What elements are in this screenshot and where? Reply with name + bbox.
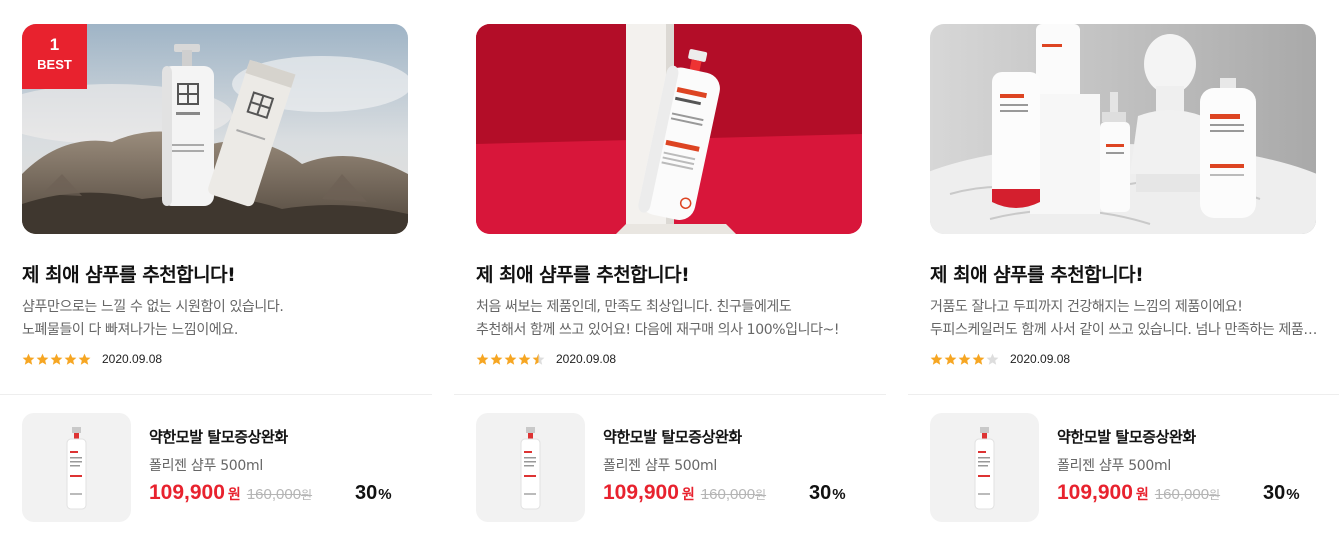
discount-value: 30 bbox=[1263, 482, 1286, 504]
discount-unit: % bbox=[378, 486, 392, 503]
review-title[interactable]: 제 최애 샴푸를 추천합니다! bbox=[476, 260, 690, 287]
review-body-line: 샴푸만으로는 느낄 수 없는 시원함이 있습니다. bbox=[22, 299, 284, 315]
sale-price-unit: 원 bbox=[227, 487, 241, 503]
review-date: 2020.09.08 bbox=[1010, 352, 1071, 366]
review-body: 샴푸만으로는 느낄 수 없는 시원함이 있습니다. 노폐물들이 다 빠져나가는 … bbox=[22, 296, 414, 342]
product-subtitle: 폴리젠 샴푸 500ml bbox=[1057, 458, 1171, 474]
star-full-icon bbox=[476, 353, 489, 366]
product-bottle-image bbox=[66, 427, 87, 510]
product-bottle-image bbox=[520, 427, 541, 510]
review-photo bbox=[930, 24, 1316, 234]
rating-row: 2020.09.08 bbox=[476, 350, 616, 368]
best-badge: 1 BEST bbox=[22, 24, 87, 89]
star-empty-icon bbox=[986, 353, 999, 366]
best-rank: 1 bbox=[49, 35, 60, 54]
star-full-icon bbox=[50, 353, 63, 366]
price-row: 109,900 원 160,000 원 bbox=[149, 481, 312, 509]
review-card[interactable]: 제 최애 샴푸를 추천합니다! 처음 써보는 제품인데, 만족도 최상입니다. … bbox=[454, 0, 886, 541]
review-body-line: 두피스케일러도 함께 사서 같이 쓰고 있습니다. 넘나 만족하는 제품입니다. bbox=[930, 322, 1322, 338]
product-subtitle: 폴리젠 샴푸 500ml bbox=[603, 458, 717, 474]
review-body: 거품도 잘나고 두피까지 건강해지는 느낌의 제품이에요! 두피스케일러도 함께… bbox=[930, 296, 1322, 342]
discount-value: 30 bbox=[809, 482, 832, 504]
star-rating bbox=[476, 353, 545, 366]
star-half-icon bbox=[532, 353, 545, 366]
product-thumbnail[interactable] bbox=[930, 413, 1039, 522]
divider bbox=[0, 394, 432, 395]
sale-price-unit: 원 bbox=[681, 487, 695, 503]
review-date: 2020.09.08 bbox=[102, 352, 163, 366]
sale-price: 109,900 bbox=[603, 481, 679, 504]
sale-price: 109,900 bbox=[1057, 481, 1133, 504]
discount-unit: % bbox=[832, 486, 846, 503]
star-full-icon bbox=[518, 353, 531, 366]
review-image[interactable] bbox=[476, 24, 862, 234]
star-full-icon bbox=[22, 353, 35, 366]
review-card[interactable]: 1 BEST 제 최애 샴푸를 추천합니다! 샴푸만으로는 느낄 수 없는 시원… bbox=[0, 0, 432, 541]
sale-price-unit: 원 bbox=[1135, 487, 1149, 503]
discount-rate: 30% bbox=[809, 482, 846, 505]
star-full-icon bbox=[64, 353, 77, 366]
review-body-line: 거품도 잘나고 두피까지 건강해지는 느낌의 제품이에요! bbox=[930, 299, 1243, 315]
review-card[interactable]: 제 최애 샴푸를 추천합니다! 거품도 잘나고 두피까지 건강해지는 느낌의 제… bbox=[908, 0, 1339, 541]
divider bbox=[908, 394, 1339, 395]
rating-row: 2020.09.08 bbox=[930, 350, 1070, 368]
review-date: 2020.09.08 bbox=[556, 352, 617, 366]
discount-rate: 30% bbox=[355, 482, 392, 505]
price-row: 109,900 원 160,000 원 bbox=[1057, 481, 1220, 509]
original-price: 160,000 bbox=[246, 486, 302, 503]
sale-price: 109,900 bbox=[149, 481, 225, 504]
star-full-icon bbox=[78, 353, 91, 366]
original-price-unit: 원 bbox=[755, 488, 767, 502]
review-body-line: 노폐물들이 다 빠져나가는 느낌이에요. bbox=[22, 322, 238, 338]
product-bottle-image bbox=[974, 427, 995, 510]
star-full-icon bbox=[944, 353, 957, 366]
original-price-unit: 원 bbox=[1209, 488, 1221, 502]
review-body-line: 추천해서 함께 쓰고 있어요! 다음에 재구매 의사 100%입니다~! bbox=[476, 322, 840, 338]
original-price: 160,000 bbox=[700, 486, 756, 503]
review-body: 처음 써보는 제품인데, 만족도 최상입니다. 친구들에게도 추천해서 함께 쓰… bbox=[476, 296, 868, 342]
discount-rate: 30% bbox=[1263, 482, 1300, 505]
product-name[interactable]: 약한모발 탈모증상완화 bbox=[603, 426, 742, 447]
review-title[interactable]: 제 최애 샴푸를 추천합니다! bbox=[930, 260, 1144, 287]
original-price: 160,000 bbox=[1154, 486, 1210, 503]
best-label: BEST bbox=[37, 57, 72, 72]
product-name[interactable]: 약한모발 탈모증상완화 bbox=[149, 426, 288, 447]
product-name[interactable]: 약한모발 탈모증상완화 bbox=[1057, 426, 1196, 447]
review-image[interactable]: 1 BEST bbox=[22, 24, 408, 234]
product-subtitle: 폴리젠 샴푸 500ml bbox=[149, 458, 263, 474]
original-price-unit: 원 bbox=[301, 488, 313, 502]
price-row: 109,900 원 160,000 원 bbox=[603, 481, 766, 509]
star-full-icon bbox=[490, 353, 503, 366]
product-thumbnail[interactable] bbox=[22, 413, 131, 522]
star-full-icon bbox=[504, 353, 517, 366]
discount-value: 30 bbox=[355, 482, 378, 504]
review-photo bbox=[476, 24, 862, 234]
review-body-line: 처음 써보는 제품인데, 만족도 최상입니다. 친구들에게도 bbox=[476, 299, 792, 315]
star-rating bbox=[930, 353, 999, 366]
rating-row: 2020.09.08 bbox=[22, 350, 162, 368]
star-full-icon bbox=[930, 353, 943, 366]
review-title[interactable]: 제 최애 샴푸를 추천합니다! bbox=[22, 260, 236, 287]
star-full-icon bbox=[972, 353, 985, 366]
product-thumbnail[interactable] bbox=[476, 413, 585, 522]
divider bbox=[454, 394, 886, 395]
star-rating bbox=[22, 353, 91, 366]
star-full-icon bbox=[36, 353, 49, 366]
star-full-icon bbox=[958, 353, 971, 366]
discount-unit: % bbox=[1286, 486, 1300, 503]
review-image[interactable] bbox=[930, 24, 1316, 234]
